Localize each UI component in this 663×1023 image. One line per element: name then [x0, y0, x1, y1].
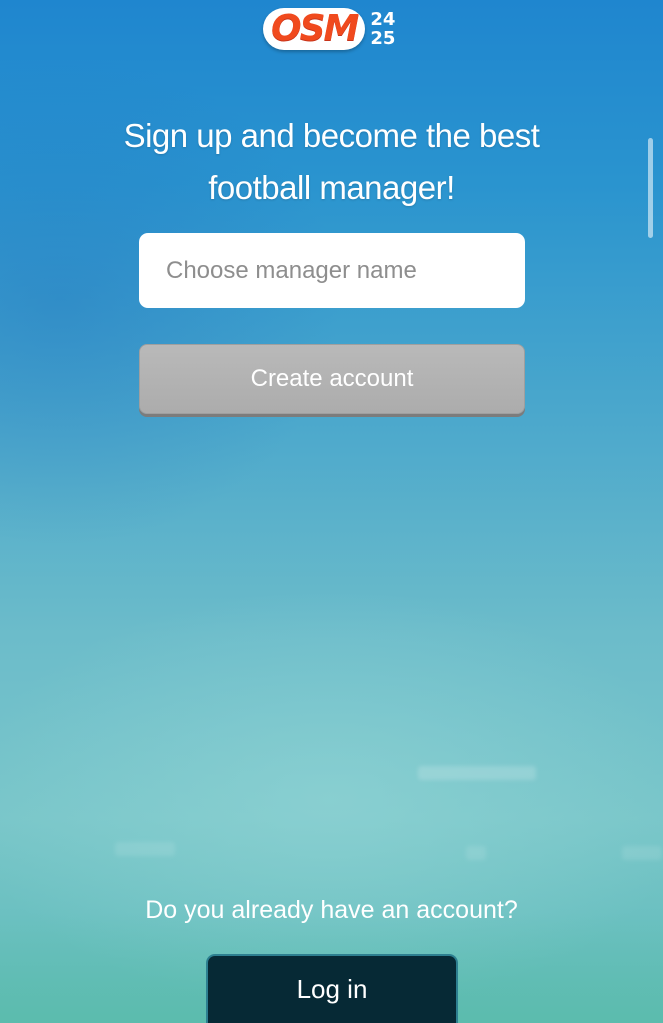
- stadium-light-strip: [418, 766, 536, 780]
- osm-logo: OSM 24 25: [263, 6, 395, 52]
- headline-line-1: Sign up and become the best: [123, 117, 540, 154]
- login-button[interactable]: Log in: [206, 954, 458, 1023]
- existing-account-question: Do you already have an account?: [145, 896, 518, 924]
- signup-headline: Sign up and become the best football man…: [0, 110, 663, 214]
- logo-badge: OSM: [263, 8, 366, 50]
- logo-brand-text: OSM: [271, 8, 359, 49]
- logo-season: 24 25: [370, 10, 395, 48]
- logo-year-top: 24: [370, 9, 396, 30]
- stadium-silhouette: [115, 842, 175, 856]
- manager-name-input[interactable]: [139, 233, 525, 308]
- stadium-silhouette: [622, 846, 662, 860]
- logo-year-bottom: 25: [370, 28, 396, 49]
- headline-line-2: football manager!: [208, 169, 455, 206]
- stadium-silhouette: [466, 846, 486, 860]
- scrollbar-thumb[interactable]: [648, 138, 653, 238]
- create-account-button[interactable]: Create account: [139, 344, 525, 414]
